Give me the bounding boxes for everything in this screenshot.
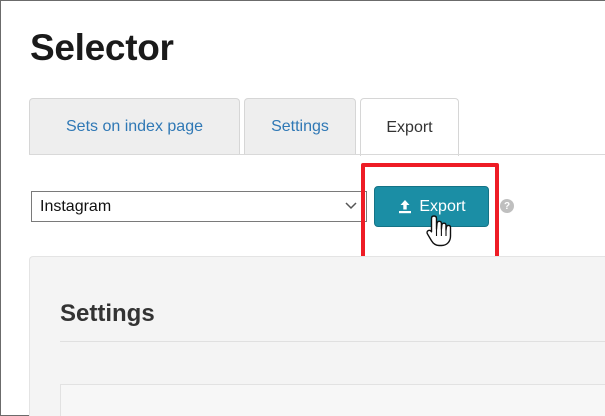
page-title: Selector [30,27,174,68]
panel-divider [60,341,605,342]
chevron-down-icon [344,199,358,213]
tab-divider [29,154,605,155]
panel-title: Settings [60,300,155,327]
upload-icon [397,199,413,215]
tab-bar: Sets on index page Settings Export [29,98,605,156]
tab-label: Settings [271,118,329,135]
export-button-label: Export [419,197,466,215]
tab-sets-on-index-page[interactable]: Sets on index page [29,98,240,155]
select-value: Instagram [40,197,112,215]
question-circle-icon[interactable]: ? [500,199,514,213]
tab-settings[interactable]: Settings [244,98,356,155]
tab-export[interactable]: Export [360,98,459,156]
inner-settings-box [60,384,605,416]
tab-label: Sets on index page [66,118,203,135]
hand-pointer-icon [425,214,455,248]
export-target-select[interactable]: Instagram [31,191,367,222]
tab-label: Export [386,118,433,136]
